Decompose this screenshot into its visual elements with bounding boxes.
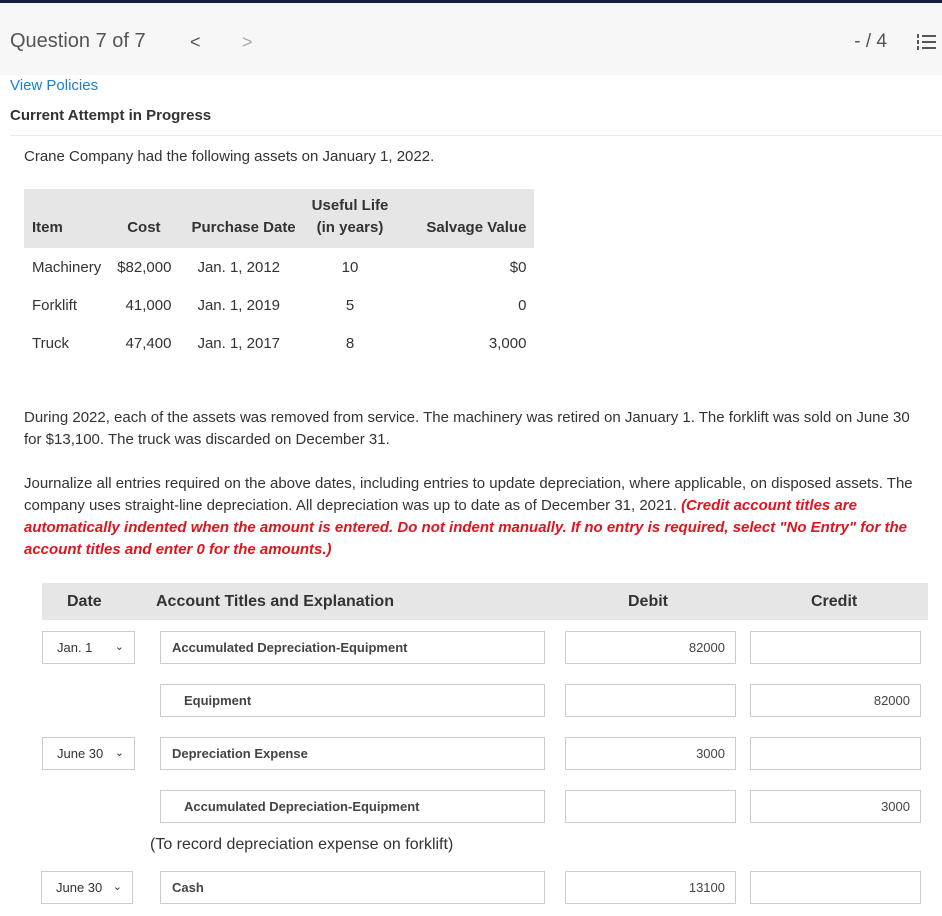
col-salvage: Salvage Value (396, 189, 535, 248)
question-header: Question 7 of 7 < > - / 4 (0, 3, 942, 75)
question-title: Question 7 of 7 (10, 30, 146, 52)
debit-input[interactable]: 82000 (565, 631, 736, 664)
account-input[interactable]: Accumulated Depreciation-Equipment (160, 631, 545, 664)
debit-input[interactable]: 13100 (565, 871, 736, 904)
col-debit: Debit (628, 593, 668, 610)
account-input[interactable]: Cash (160, 871, 545, 904)
scenario-text: During 2022, each of the assets was remo… (24, 409, 910, 448)
account-input[interactable]: Accumulated Depreciation-Equipment (160, 790, 545, 823)
divider (10, 135, 942, 136)
account-input[interactable]: Equipment (160, 684, 545, 717)
col-purchase-date: Purchase Date (179, 189, 304, 248)
chevron-down-icon: ⌄ (114, 641, 124, 653)
col-date: Date (67, 593, 102, 610)
table-row: Machinery $82,000 Jan. 1, 2012 10 $0 (32, 258, 527, 276)
journal-header: Date Account Titles and Explanation Debi… (42, 583, 928, 620)
col-account: Account Titles and Explanation (156, 593, 394, 610)
credit-input[interactable]: 82000 (750, 684, 921, 717)
entry-explanation: (To record depreciation expense on forkl… (150, 836, 454, 853)
table-row: Truck 47,400 Jan. 1, 2017 8 3,000 (32, 334, 527, 352)
debit-input[interactable]: 3000 (565, 737, 736, 770)
col-cost: Cost (109, 189, 180, 248)
score: - / 4 (854, 31, 887, 52)
credit-input[interactable] (750, 631, 921, 664)
credit-input[interactable]: 3000 (750, 790, 921, 823)
chevron-down-icon: ⌄ (114, 747, 124, 759)
account-input[interactable]: Depreciation Expense (160, 737, 545, 770)
prev-question-button[interactable]: < (190, 32, 201, 53)
view-policies-link[interactable]: View Policies (10, 77, 98, 94)
assets-table: Item Cost Purchase Date Useful Life (in y… (24, 189, 535, 362)
table-row: Forklift 41,000 Jan. 1, 2019 5 0 (32, 296, 527, 314)
col-useful-life: Useful Life (in years) (303, 189, 397, 248)
intro-text: Crane Company had the following assets o… (24, 148, 435, 165)
col-credit: Credit (811, 593, 858, 610)
credit-input[interactable] (750, 737, 921, 770)
debit-input[interactable] (565, 790, 736, 823)
col-item: Item (24, 189, 110, 248)
instructions-text: Journalize all entries required on the a… (24, 475, 913, 558)
chevron-down-icon: ⌄ (112, 881, 122, 893)
numbered-list-icon[interactable] (916, 33, 936, 51)
credit-input[interactable] (750, 871, 921, 904)
date-select[interactable]: Jan. 1 ⌄ (42, 631, 135, 664)
date-select[interactable]: June 30 ⌄ (42, 737, 135, 770)
attempt-status: Current Attempt in Progress (10, 107, 212, 124)
date-select[interactable]: June 30 ⌄ (41, 871, 133, 904)
next-question-button[interactable]: > (242, 32, 253, 53)
debit-input[interactable] (565, 684, 736, 717)
